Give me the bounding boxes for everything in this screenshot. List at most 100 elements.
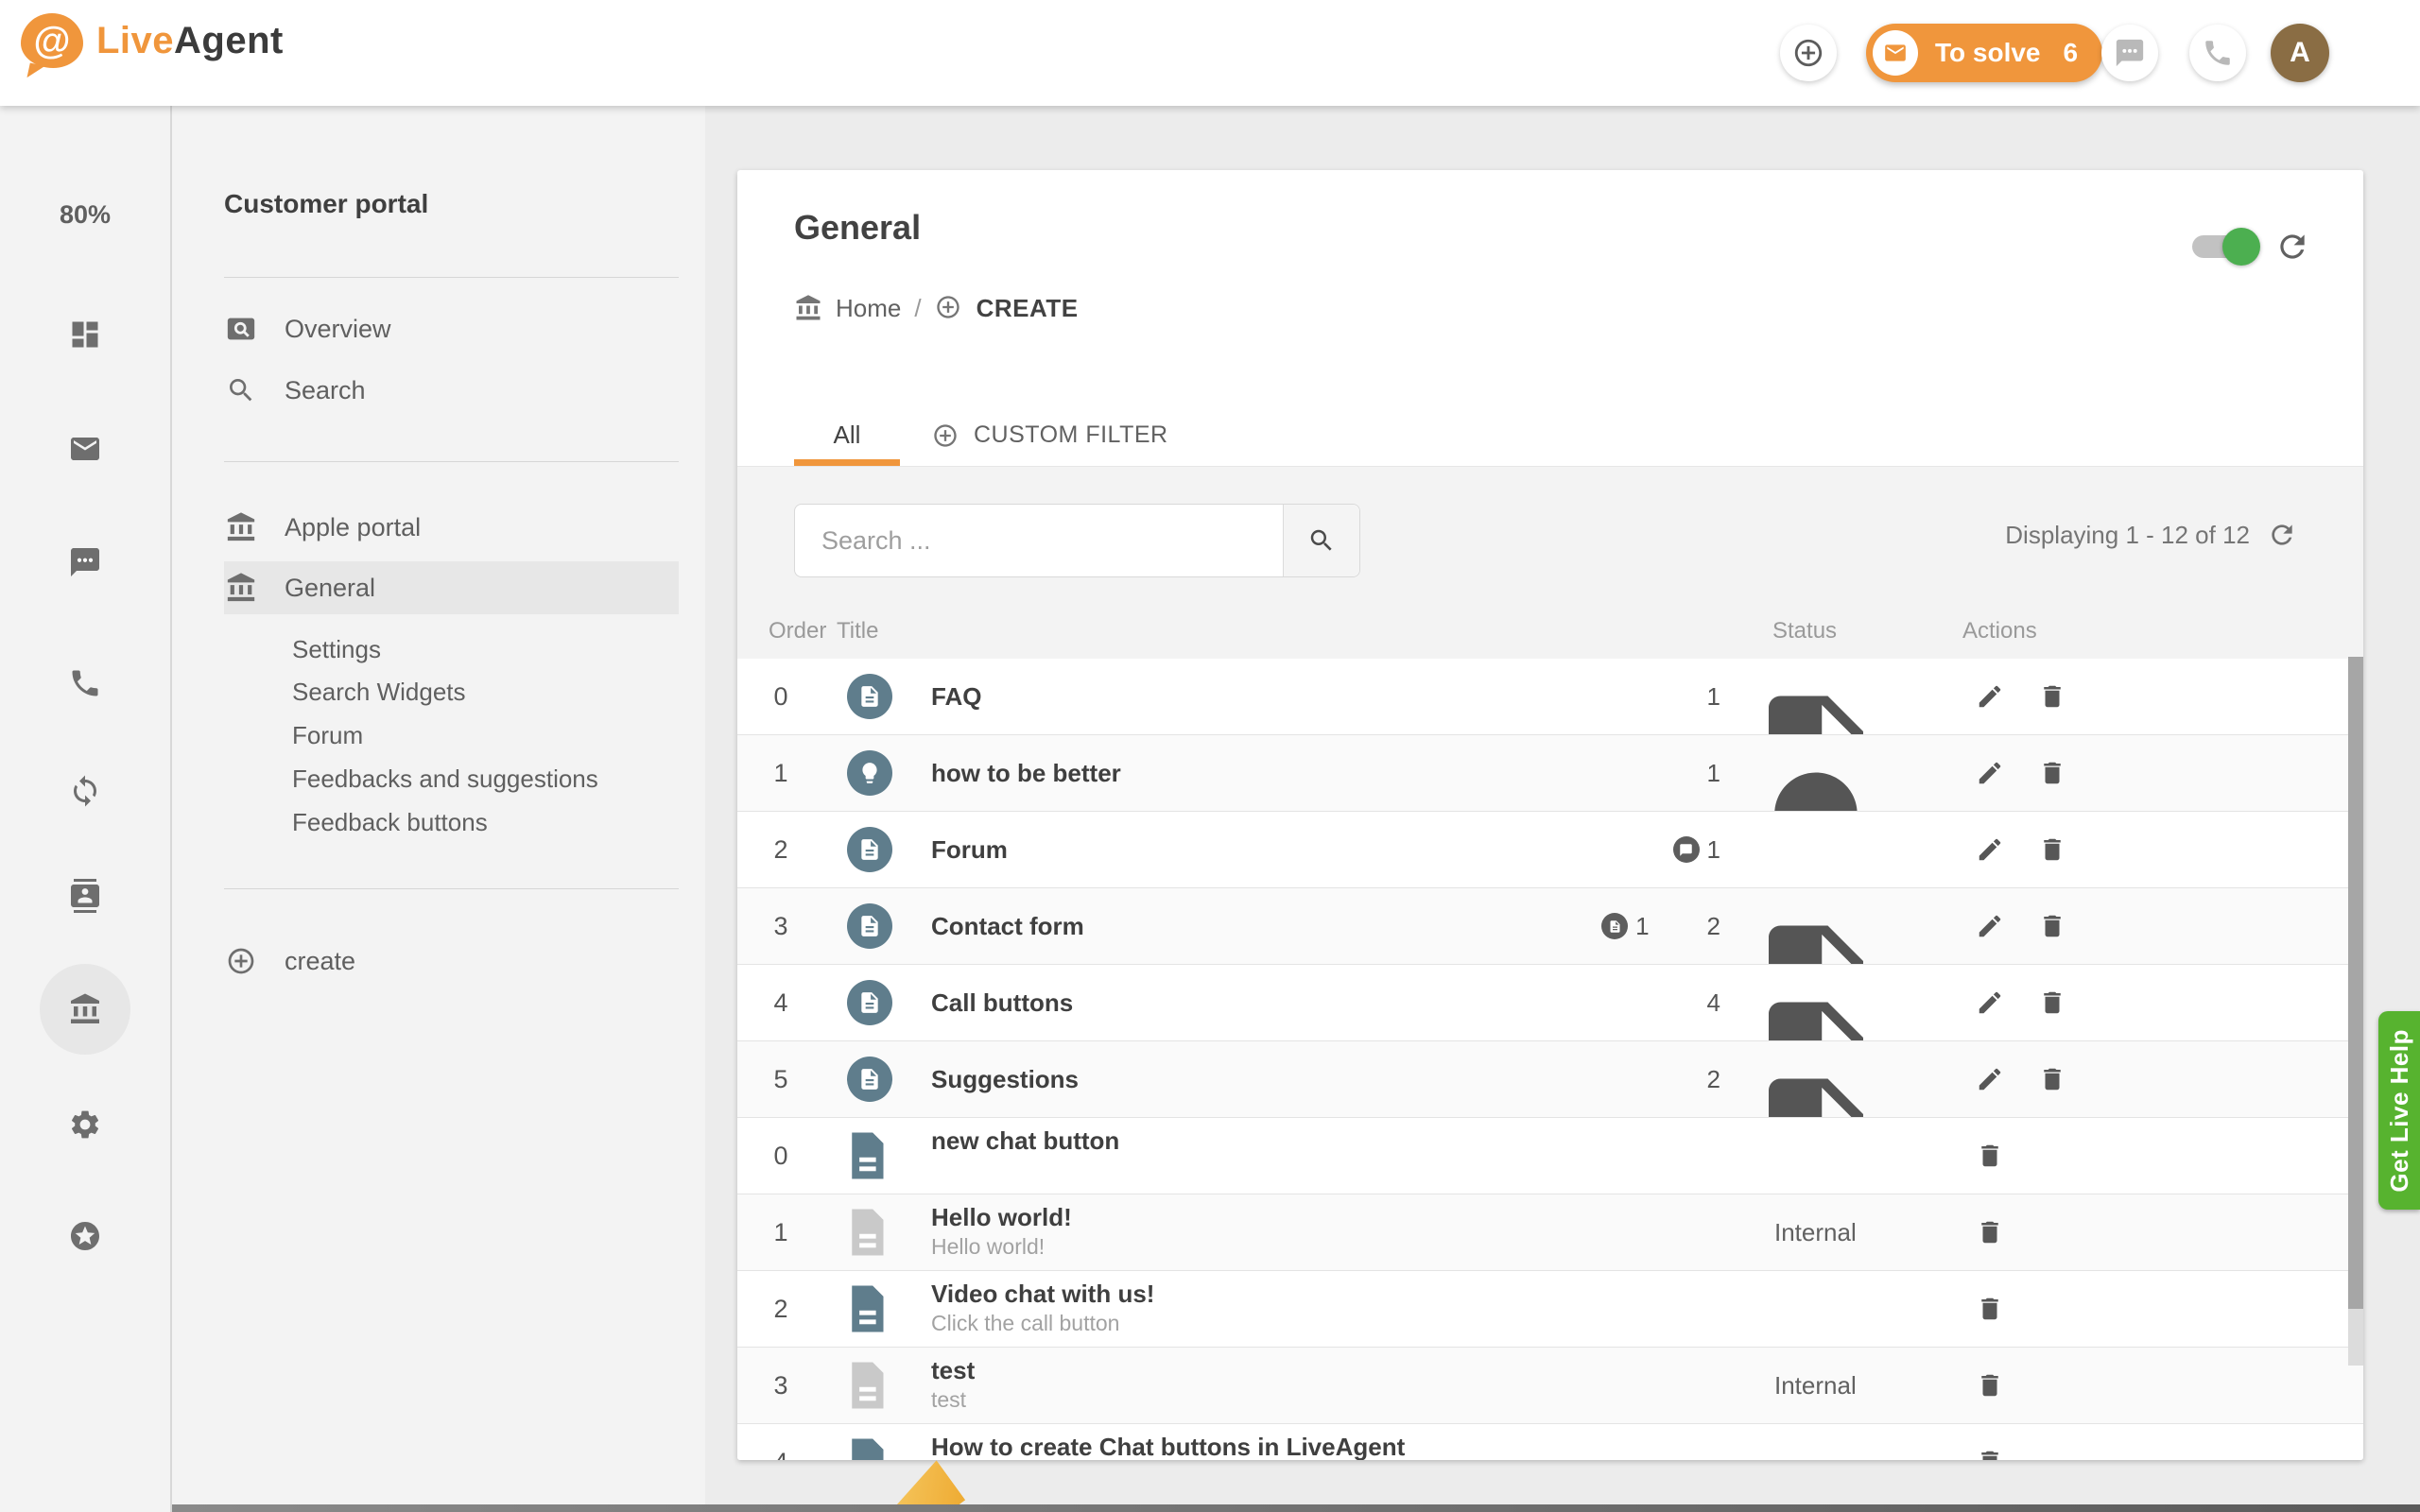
sidebar-item-feedbacks[interactable]: Feedbacks and suggestions xyxy=(292,765,598,793)
rail-item-customer-portal[interactable] xyxy=(68,992,102,1026)
edit-button[interactable] xyxy=(1976,682,2004,711)
rail-item-automation[interactable] xyxy=(68,774,102,808)
doc-count-icon xyxy=(1674,914,1700,939)
article-type-icon xyxy=(847,750,892,796)
to-solve-button[interactable]: To solve 6 xyxy=(1866,24,2102,82)
table-row[interactable]: 1how to be better1 xyxy=(737,734,2363,811)
add-button[interactable] xyxy=(1780,25,1837,81)
list-area: Displaying 1 - 12 of 12 Order Title Stat… xyxy=(737,467,2363,1460)
table-row[interactable]: 4Call buttons4 xyxy=(737,964,2363,1040)
rail-item-dashboard[interactable] xyxy=(68,318,102,352)
row-title[interactable]: Contact form xyxy=(931,888,1084,964)
row-title[interactable]: Video chat with us! xyxy=(931,1279,1154,1309)
mail-icon xyxy=(1883,41,1908,65)
refresh-button[interactable] xyxy=(2274,229,2310,265)
row-actions xyxy=(1976,1271,2004,1347)
table-row[interactable]: 3Contact form12 xyxy=(737,887,2363,964)
search-box xyxy=(794,504,1360,577)
delete-button[interactable] xyxy=(1976,1218,2004,1246)
column-actions: Actions xyxy=(1962,618,2037,644)
sidebar-item-apple-portal[interactable]: Apple portal xyxy=(224,501,679,554)
tab-all[interactable]: All xyxy=(794,404,900,466)
liveagent-logo[interactable]: @ LiveAgent xyxy=(21,13,284,68)
rail-item-tickets[interactable] xyxy=(68,432,102,466)
toggle-knob xyxy=(2222,228,2260,266)
delete-button[interactable] xyxy=(1976,1448,2004,1460)
rail-item-contacts[interactable] xyxy=(68,879,102,913)
usage-percent-label: 80% xyxy=(0,200,170,230)
bottom-edge-strip xyxy=(172,1504,2420,1512)
table-row[interactable]: 3testtestInternal xyxy=(737,1347,2363,1423)
row-title[interactable]: Call buttons xyxy=(931,965,1073,1040)
calls-button[interactable] xyxy=(2189,25,2246,81)
sidebar-item-label: General xyxy=(285,574,375,603)
tab-bar: All CUSTOM FILTER xyxy=(737,404,2363,467)
row-counts: 2 xyxy=(1674,1041,1720,1117)
sidebar-item-general[interactable]: General xyxy=(224,561,679,614)
portal-enabled-toggle[interactable] xyxy=(2192,235,2253,258)
edit-button[interactable] xyxy=(1976,988,2004,1017)
get-live-help-tab[interactable]: Get Live Help xyxy=(2378,1011,2420,1210)
table-row[interactable]: 4How to create Chat buttons in LiveAgent… xyxy=(737,1423,2363,1460)
pagination-info: Displaying 1 - 12 of 12 xyxy=(2005,520,2297,550)
delete-button[interactable] xyxy=(2038,912,2066,940)
avatar-letter: A xyxy=(2290,37,2310,69)
table-row[interactable]: 2Video chat with us!Click the call butto… xyxy=(737,1270,2363,1347)
user-avatar[interactable]: A xyxy=(2271,24,2329,82)
delete-button[interactable] xyxy=(2038,759,2066,787)
displaying-text: Displaying 1 - 12 of 12 xyxy=(2005,521,2250,550)
delete-button[interactable] xyxy=(1976,1371,2004,1400)
breadcrumb-create[interactable]: CREATE xyxy=(977,294,1079,323)
scrollbar-thumb[interactable] xyxy=(2348,657,2363,1309)
sidebar-item-create[interactable]: create xyxy=(224,935,679,988)
scrollbar-track[interactable] xyxy=(2348,657,2363,1366)
row-title[interactable]: Suggestions xyxy=(931,1041,1079,1117)
table-row[interactable]: 0FAQ1 xyxy=(737,659,2363,734)
edit-button[interactable] xyxy=(1976,835,2004,864)
search-input[interactable] xyxy=(795,505,1283,576)
count-value: 1 xyxy=(1707,835,1720,865)
get-live-help-label: Get Live Help xyxy=(2385,1029,2414,1193)
tab-custom-filter[interactable]: CUSTOM FILTER xyxy=(932,404,1168,466)
chats-button[interactable] xyxy=(2101,25,2158,81)
sidebar-item-overview[interactable]: Overview xyxy=(224,302,679,355)
search-submit-button[interactable] xyxy=(1283,505,1359,576)
circle-chat-count-icon xyxy=(1673,836,1700,863)
delete-button[interactable] xyxy=(2038,682,2066,711)
rail-item-chats[interactable] xyxy=(68,545,102,579)
row-title[interactable]: Hello world! xyxy=(931,1202,1072,1232)
breadcrumb-home[interactable]: Home xyxy=(836,294,901,323)
edit-button[interactable] xyxy=(1976,759,2004,787)
delete-button[interactable] xyxy=(1976,1295,2004,1323)
sidebar-item-search[interactable]: Search xyxy=(224,364,679,417)
row-title[interactable]: how to be better xyxy=(931,735,1121,811)
article-file-icon xyxy=(847,1436,887,1460)
row-title[interactable]: Forum xyxy=(931,812,1008,887)
table-row[interactable]: 5Suggestions2 xyxy=(737,1040,2363,1117)
row-actions xyxy=(1976,812,2066,887)
table-row[interactable]: 1Hello world!Hello world!Internal xyxy=(737,1194,2363,1270)
row-title[interactable]: How to create Chat buttons in LiveAgent xyxy=(931,1432,1405,1460)
delete-button[interactable] xyxy=(2038,988,2066,1017)
rail-item-settings[interactable] xyxy=(68,1108,102,1142)
delete-button[interactable] xyxy=(2038,835,2066,864)
delete-button[interactable] xyxy=(2038,1065,2066,1093)
gear-icon xyxy=(68,1108,102,1142)
row-title[interactable]: FAQ xyxy=(931,659,981,734)
edit-button[interactable] xyxy=(1976,912,2004,940)
row-title[interactable]: test xyxy=(931,1355,975,1385)
row-counts: 4 xyxy=(1674,965,1720,1040)
rail-item-starred[interactable] xyxy=(68,1219,102,1253)
delete-button[interactable] xyxy=(1976,1142,2004,1170)
sidebar-item-search-widgets[interactable]: Search Widgets xyxy=(292,678,466,706)
sidebar-item-forum[interactable]: Forum xyxy=(292,721,363,749)
rail-item-calls[interactable] xyxy=(68,666,102,700)
sidebar-item-feedback-buttons[interactable]: Feedback buttons xyxy=(292,808,488,836)
row-title[interactable]: new chat button xyxy=(931,1125,1119,1156)
refresh-icon[interactable] xyxy=(2267,520,2297,550)
table-row[interactable]: 0new chat button xyxy=(737,1117,2363,1194)
table-row[interactable]: 2Forum1 xyxy=(737,811,2363,887)
article-file-icon xyxy=(847,1130,887,1181)
edit-button[interactable] xyxy=(1976,1065,2004,1093)
sidebar-item-settings[interactable]: Settings xyxy=(292,635,381,663)
